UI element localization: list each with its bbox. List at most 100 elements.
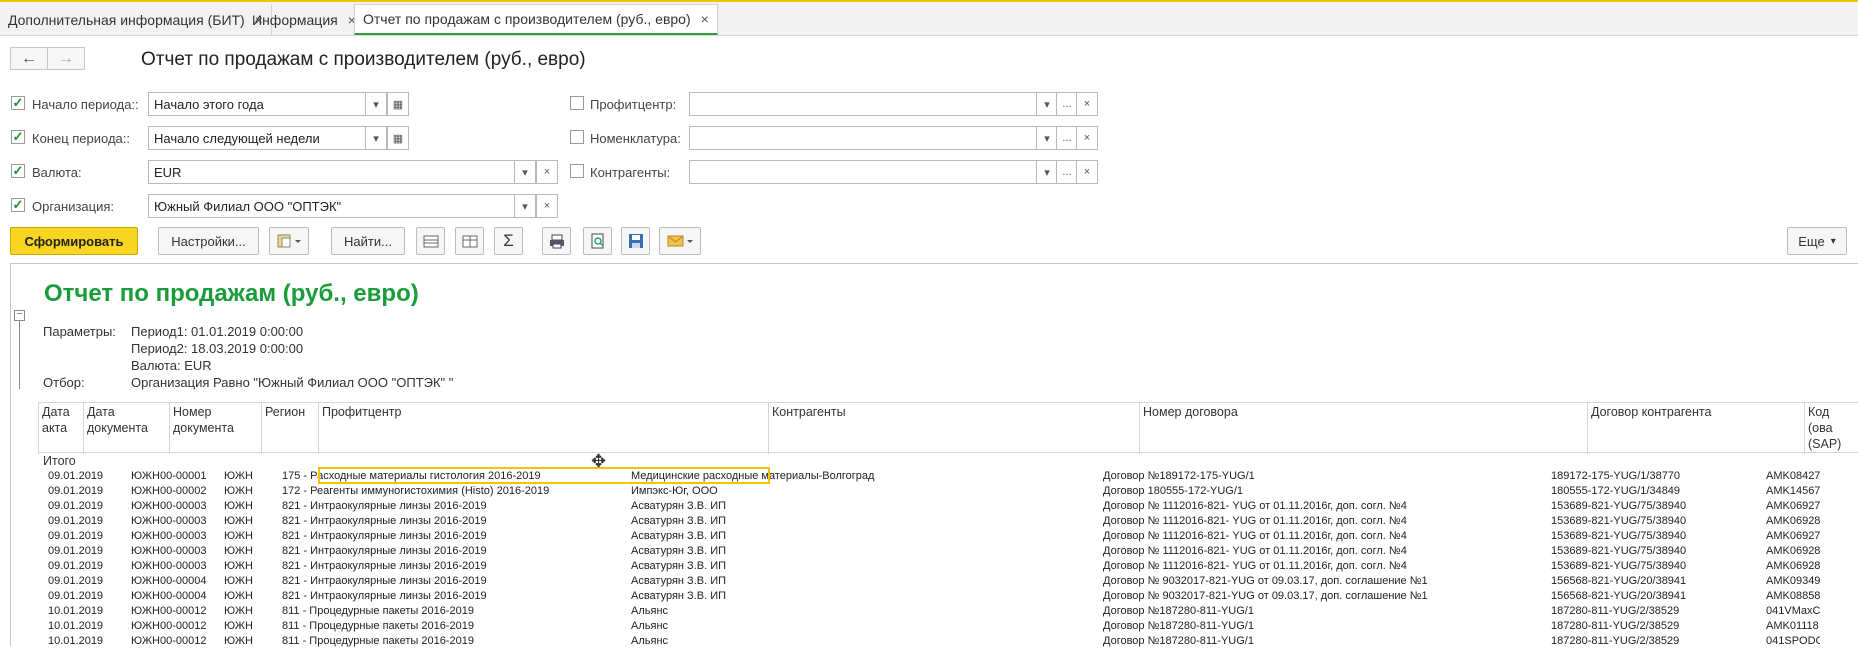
clear-icon[interactable]: × [536,194,558,218]
save-button[interactable] [621,227,650,255]
more-actions-button[interactable]: Еще ▾ [1787,227,1847,255]
chevron-down-icon[interactable]: ▾ [1036,160,1058,184]
preview-button[interactable] [583,227,612,255]
table-cell[interactable]: 821 - Интраокулярные линзы 2016-2019 [282,529,637,544]
clear-icon[interactable]: × [1076,160,1098,184]
table-cell[interactable]: 09.01.2019 [48,499,120,514]
table-cell[interactable]: AMK06928 [1766,514,1820,529]
table-cell[interactable]: 09.01.2019 [48,529,120,544]
table-cell[interactable]: ЮЖН [224,634,281,649]
table-cell[interactable]: Асватурян З.В. ИП [631,499,1099,514]
table-cell[interactable]: ЮЖН00-00001 [131,469,223,484]
table-cell[interactable]: AMK06927 [1766,529,1820,544]
table-row[interactable]: 10.01.2019 ЮЖН00-00012 ЮЖН 811 - Процедурны… [38,634,1858,649]
table-cell[interactable]: ЮЖН00-00012 [131,619,223,634]
table-cell[interactable]: 821 - Интраокулярные линзы 2016-2019 [282,514,637,529]
profitcenter-field[interactable] [689,92,1037,116]
table-cell[interactable]: 09.01.2019 [48,589,120,604]
table-cell[interactable]: AMK06928 [1766,544,1820,559]
table-cell[interactable]: ЮЖН00-00012 [131,604,223,619]
chevron-down-icon[interactable]: ▾ [365,92,387,116]
table-row[interactable]: 09.01.2019 ЮЖН00-00003 ЮЖН 821 - Интраокуля… [38,529,1858,544]
chevron-down-icon[interactable]: ▾ [514,194,536,218]
send-email-button[interactable] [659,227,701,255]
table-cell[interactable]: ЮЖН [224,499,281,514]
table-cell[interactable]: 172 - Реагенты иммуногистохимия (Histo) … [282,484,637,499]
table-cell[interactable]: Договор № 1112016-821- YUG от 01.11.2016… [1103,514,1551,529]
table-cell[interactable]: 156568-821-YUG/20/38941 [1551,589,1764,604]
clear-icon[interactable]: × [536,160,558,184]
table-cell[interactable]: 821 - Интраокулярные линзы 2016-2019 [282,574,637,589]
table-row[interactable]: 09.01.2019 ЮЖН00-00003 ЮЖН 821 - Интраокуля… [38,499,1858,514]
table-cell[interactable]: Договор №189172-175-YUG/1 [1103,469,1551,484]
table-cell[interactable]: 041VMaxC [1766,604,1820,619]
table-cell[interactable]: 811 - Процедурные пакеты 2016-2019 [282,634,637,649]
tab-information[interactable]: Информация × [244,4,365,35]
table-cell[interactable]: Договор №187280-811-YUG/1 [1103,604,1551,619]
column-header-act-date[interactable]: Дата акта [38,402,83,454]
period-end-checkbox[interactable]: ✓ [11,130,25,144]
table-cell[interactable]: 09.01.2019 [48,544,120,559]
variant-menu-button[interactable] [269,227,309,255]
table-cell[interactable]: Асватурян З.В. ИП [631,574,1099,589]
organization-field[interactable]: Южный Филиал ООО "ОПТЭК" [148,194,515,218]
collapse-groups-button[interactable] [416,227,445,255]
table-cell[interactable]: 156568-821-YUG/20/38941 [1551,574,1764,589]
table-cell[interactable]: 09.01.2019 [48,484,120,499]
table-cell[interactable]: ЮЖН [224,544,281,559]
table-cell[interactable]: Асватурян З.В. ИП [631,529,1099,544]
table-cell[interactable]: 10.01.2019 [48,619,120,634]
table-row[interactable]: 09.01.2019 ЮЖН00-00004 ЮЖН 821 - Интраокуля… [38,574,1858,589]
column-header-doc-date[interactable]: Дата документа [83,402,169,454]
table-cell[interactable]: 811 - Процедурные пакеты 2016-2019 [282,604,637,619]
table-cell[interactable]: ЮЖН00-00003 [131,544,223,559]
column-header-counterparty-contract[interactable]: Договор контрагента [1587,402,1804,454]
counterparties-field[interactable] [689,160,1037,184]
table-cell[interactable]: AMK01118 [1766,619,1820,634]
table-cell[interactable]: 09.01.2019 [48,559,120,574]
organization-checkbox[interactable]: ✓ [11,198,25,212]
currency-field[interactable]: EUR [148,160,515,184]
column-header-sap-code[interactable]: Код (ова (SAP) [1804,402,1858,454]
table-cell[interactable]: Договор № 1112016-821- YUG от 01.11.2016… [1103,499,1551,514]
table-cell[interactable]: ЮЖН00-00003 [131,514,223,529]
nomenclature-field[interactable] [689,126,1037,150]
print-button[interactable] [542,227,571,255]
column-header-contract-number[interactable]: Номер договора [1139,402,1587,454]
chevron-down-icon[interactable]: ▾ [514,160,536,184]
table-row[interactable]: 09.01.2019 ЮЖН00-00003 ЮЖН 821 - Интраокуля… [38,559,1858,574]
table-cell[interactable]: Асватурян З.В. ИП [631,589,1099,604]
chevron-down-icon[interactable]: ▾ [1036,126,1058,150]
table-cell[interactable]: 187280-811-YUG/2/38529 [1551,604,1764,619]
table-cell[interactable]: 180555-172-YUG/1/34849 [1551,484,1764,499]
table-cell[interactable]: 09.01.2019 [48,574,120,589]
clear-icon[interactable]: × [1076,126,1098,150]
table-cell[interactable]: Альянс [631,619,1099,634]
table-cell[interactable]: 10.01.2019 [48,634,120,649]
table-cell[interactable]: ЮЖН00-00003 [131,499,223,514]
column-header-doc-number[interactable]: Номер документа [169,402,261,454]
close-icon[interactable]: × [701,11,709,27]
table-cell[interactable]: AMK06927 [1766,499,1820,514]
table-cell[interactable]: 153689-821-YUG/75/38940 [1551,499,1764,514]
tab-sales-report[interactable]: Отчет по продажам с производителем (руб.… [354,4,718,35]
table-cell[interactable]: 821 - Интраокулярные линзы 2016-2019 [282,544,637,559]
table-cell[interactable]: 09.01.2019 [48,469,120,484]
table-cell[interactable]: Договор № 1112016-821- YUG от 01.11.2016… [1103,559,1551,574]
table-cell[interactable]: ЮЖН00-00012 [131,634,223,649]
table-row[interactable]: 09.01.2019 ЮЖН00-00003 ЮЖН 821 - Интраокуля… [38,544,1858,559]
chevron-down-icon[interactable]: ▾ [365,126,387,150]
table-cell[interactable]: AMK14567 [1766,484,1820,499]
table-row[interactable]: 10.01.2019 ЮЖН00-00012 ЮЖН 811 - Процедурны… [38,619,1858,634]
table-cell[interactable]: ЮЖН00-00003 [131,559,223,574]
table-cell[interactable]: Асватурян З.В. ИП [631,544,1099,559]
table-row[interactable]: 09.01.2019 ЮЖН00-00002 ЮЖН 172 - Реагенты и… [38,484,1858,499]
table-cell[interactable]: 187280-811-YUG/2/38529 [1551,619,1764,634]
table-cell[interactable]: Договор №187280-811-YUG/1 [1103,619,1551,634]
table-cell[interactable]: AMK08858 [1766,589,1820,604]
table-cell[interactable]: 821 - Интраокулярные линзы 2016-2019 [282,589,637,604]
table-cell[interactable]: Договор № 1112016-821- YUG от 01.11.2016… [1103,529,1551,544]
period-start-field[interactable]: Начало этого года [148,92,366,116]
table-cell[interactable]: 153689-821-YUG/75/38940 [1551,559,1764,574]
column-header-profitcenter[interactable]: Профитцентр [318,402,768,454]
